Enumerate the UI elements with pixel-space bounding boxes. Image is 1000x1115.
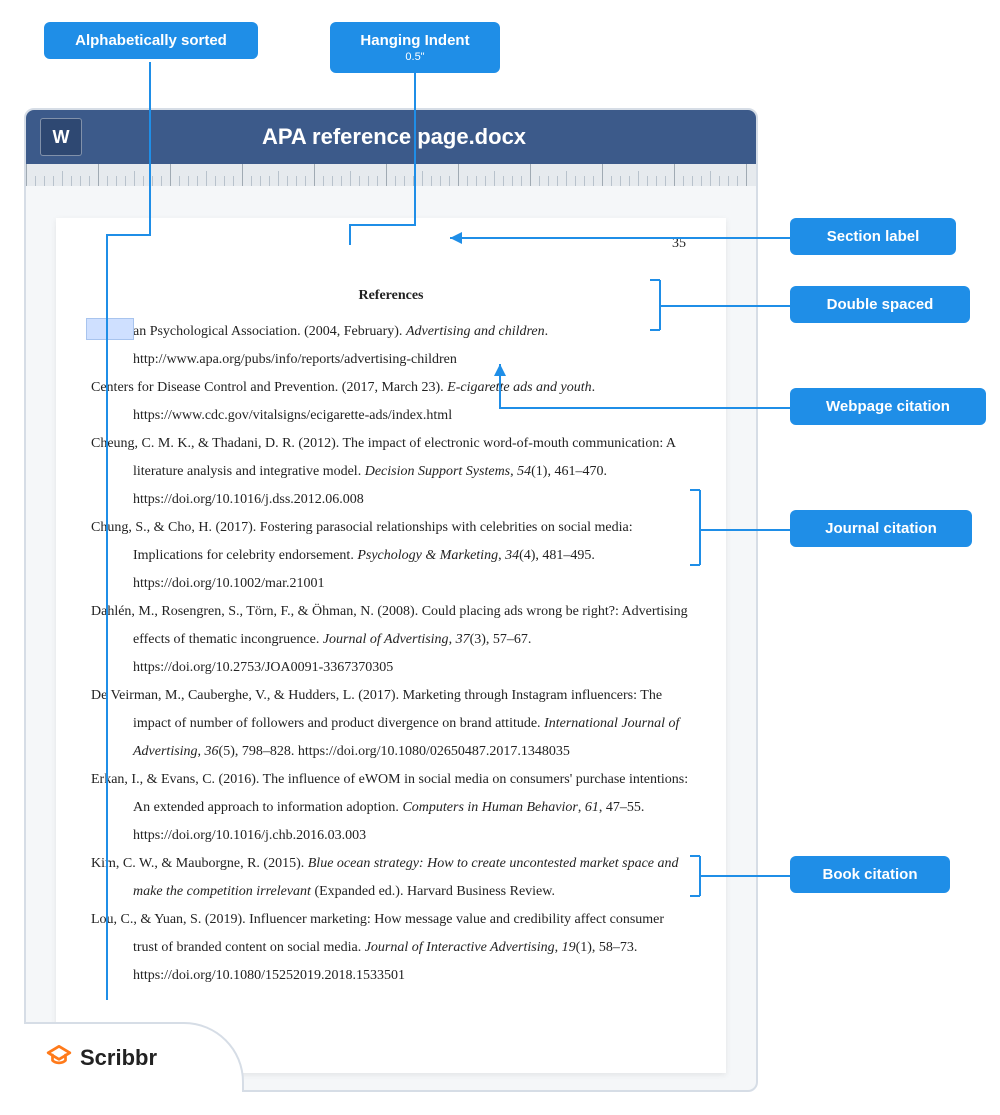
reference-entry: Chung, S., & Cho, H. (2017). Fostering p… [91, 514, 691, 598]
annotation-hanging-indent: Hanging Indent 0.5" [330, 22, 500, 73]
annotation-alphabetical: Alphabetically sorted [44, 22, 258, 59]
scribbr-logo-text: Scribbr [80, 1045, 157, 1071]
scribbr-logo-icon [46, 1042, 72, 1075]
reference-entry: Kim, C. W., & Mauborgne, R. (2015). Blue… [91, 850, 691, 906]
annotation-webpage-citation: Webpage citation [790, 388, 986, 425]
document-page: 35 References American Psychological Ass… [56, 218, 726, 1073]
reference-entry: Erkan, I., & Evans, C. (2016). The influ… [91, 766, 691, 850]
document-window: W APA reference page.docx 35 References … [24, 108, 758, 1092]
document-filename: APA reference page.docx [82, 124, 756, 150]
references-heading: References [91, 288, 691, 304]
page-number: 35 [672, 236, 686, 252]
annotation-hanging-label: Hanging Indent [360, 32, 469, 49]
reference-entry: De Veirman, M., Cauberghe, V., & Hudders… [91, 682, 691, 766]
reference-entry: Dahlén, M., Rosengren, S., Törn, F., & Ö… [91, 598, 691, 682]
hanging-indent-highlight [86, 318, 134, 340]
annotation-book-citation: Book citation [790, 856, 950, 893]
word-icon: W [40, 118, 82, 156]
document-ruler [26, 164, 756, 186]
annotation-hanging-sub: 0.5" [348, 51, 482, 63]
annotation-double-spaced: Double spaced [790, 286, 970, 323]
reference-entry: Lou, C., & Yuan, S. (2019). Influencer m… [91, 906, 691, 990]
scribbr-badge: Scribbr [24, 1022, 244, 1092]
reference-entry: American Psychological Association. (200… [91, 318, 691, 374]
reference-entry: Cheung, C. M. K., & Thadani, D. R. (2012… [91, 430, 691, 514]
document-titlebar: W APA reference page.docx [26, 110, 756, 164]
annotation-journal-citation: Journal citation [790, 510, 972, 547]
annotation-section-label: Section label [790, 218, 956, 255]
reference-entry: Centers for Disease Control and Preventi… [91, 374, 691, 430]
